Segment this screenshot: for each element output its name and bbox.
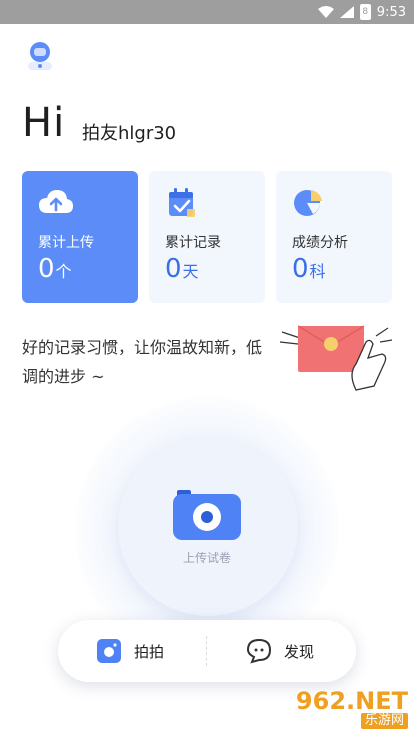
chat-bubble-icon: [246, 638, 272, 664]
pie-chart-icon: [294, 190, 322, 216]
camera-small-icon: [97, 639, 121, 663]
card-records[interactable]: 累计记录 0天: [149, 171, 265, 303]
status-bar: 8 9:53: [0, 0, 414, 24]
battery-icon: 8: [359, 4, 371, 20]
avatar[interactable]: [24, 38, 56, 72]
cloud-upload-icon: [39, 190, 73, 213]
watermark-brand: 962.NET: [295, 687, 408, 715]
camera-icon[interactable]: [171, 490, 243, 542]
watermark-logo: 962.NET 乐游网: [276, 688, 408, 730]
signal-icon: [339, 6, 354, 18]
nav-divider: [206, 636, 207, 666]
card-value: 0个: [38, 254, 72, 284]
clock: 9:53: [376, 4, 406, 20]
card-value: 0科: [292, 254, 326, 284]
card-value: 0天: [165, 254, 199, 284]
card-label: 累计上传: [38, 235, 94, 251]
stats-cards: 累计上传 0个 累计记录 0天 成绩分析 0科: [22, 171, 392, 303]
nav-label: 发现: [284, 642, 315, 661]
upload-label[interactable]: 上传试卷: [0, 549, 414, 566]
nav-item-discover[interactable]: 发现: [246, 620, 314, 682]
card-uploads[interactable]: 累计上传 0个: [22, 171, 138, 303]
username: 拍友hlgr30: [82, 123, 177, 144]
card-label: 累计记录: [165, 235, 221, 251]
card-analysis[interactable]: 成绩分析 0科: [276, 171, 392, 303]
nav-label: 拍拍: [134, 642, 165, 661]
calendar-check-icon: [169, 188, 195, 217]
slogan-text: 好的记录习惯，让你温故知新，低调的进步 ~: [22, 338, 263, 386]
nav-item-paipai[interactable]: 拍拍: [96, 620, 164, 682]
wifi-icon: [317, 6, 334, 18]
red-envelope-illustration: [279, 325, 393, 391]
card-label: 成绩分析: [292, 235, 348, 251]
greeting: Hi: [22, 100, 66, 146]
watermark-sub: 乐游网: [360, 713, 408, 729]
bottom-nav: 拍拍 发现: [58, 620, 356, 682]
